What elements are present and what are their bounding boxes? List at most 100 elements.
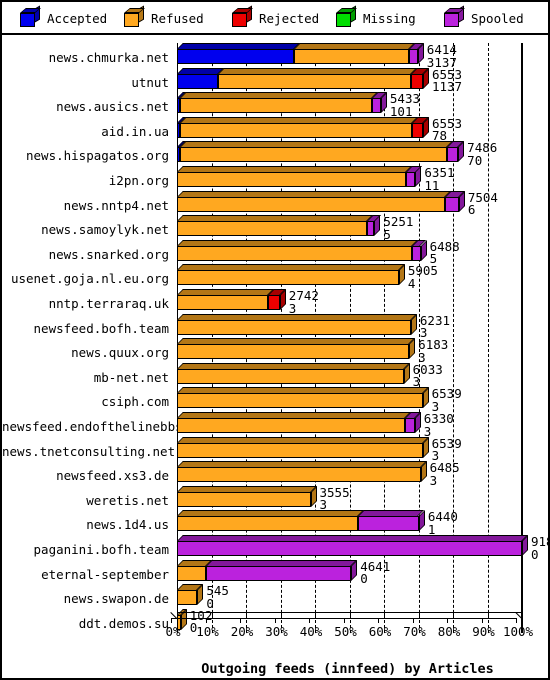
- bar-row[interactable]: newsfeed.bofh.team 6231 3: [2, 313, 548, 339]
- bar-row[interactable]: news.ausics.net 5433 101: [2, 92, 548, 117]
- bar-segment-spooled[interactable]: [206, 565, 352, 581]
- bar-segment-top: [177, 412, 412, 418]
- bar-segment-refused[interactable]: [177, 344, 410, 360]
- plot-area: news.chmurka.net 6414 3137 utnut 6553 1137 new…: [2, 35, 548, 678]
- x-tick-back-70: [418, 612, 420, 619]
- bar-row[interactable]: news.samoylyk.net 5251 5: [2, 215, 548, 240]
- x-tick-front-90: [481, 618, 483, 623]
- x-tick-front-20: [240, 618, 241, 623]
- bar-segment-top: [177, 338, 416, 345]
- cube-icon: [20, 5, 41, 27]
- bar-segment-refused[interactable]: [177, 172, 406, 187]
- x-tick-label: 60%: [368, 624, 392, 639]
- cube-icon: [232, 5, 253, 27]
- bar-segment-spooled[interactable]: [177, 541, 522, 556]
- bar-segment-refused[interactable]: [177, 368, 404, 384]
- bar-row[interactable]: usenet.goja.nl.eu.org 5905 4: [2, 264, 548, 289]
- bar-segment-spooled[interactable]: [372, 98, 381, 114]
- x-tick-label: 80%: [437, 624, 461, 639]
- bar-segment-refused[interactable]: [177, 221, 367, 237]
- y-axis-label: news.nntp4.net: [63, 197, 169, 213]
- bar-value-labels: 5433 101: [390, 93, 420, 118]
- x-tick-front-0: [171, 618, 172, 623]
- x-tick-front-60: [378, 618, 379, 623]
- bar-segment-spooled[interactable]: [358, 516, 419, 532]
- bar-segment-spooled[interactable]: [447, 147, 459, 163]
- bar-row[interactable]: utnut 6553 1137: [2, 67, 548, 93]
- bar-segment-side: [415, 166, 422, 187]
- x-tick-label: 20%: [230, 624, 254, 639]
- bar-row[interactable]: paganini.bofh.team 91870: [2, 535, 548, 560]
- bar-segment-spooled[interactable]: [412, 245, 421, 261]
- x-tick-front-40: [309, 618, 310, 623]
- bar-row[interactable]: weretis.net 3555 3: [2, 485, 548, 512]
- bar-row[interactable]: news.snarked.org 6488 5: [2, 239, 548, 265]
- bar-segment-refused[interactable]: [180, 98, 373, 114]
- bar-row[interactable]: newsfeed.xs3.de 6485 3: [2, 461, 548, 486]
- bar-segment-refused[interactable]: [177, 295, 268, 310]
- bar-segment-spooled[interactable]: [405, 172, 416, 187]
- bar-value-labels: 7504 6: [468, 191, 498, 217]
- bar-segment-refused[interactable]: [177, 442, 423, 458]
- bar-segment-top: [217, 67, 417, 74]
- bar-row[interactable]: aid.in.ua 6553 78: [2, 116, 548, 143]
- bar-segment-spooled[interactable]: [409, 49, 418, 64]
- bar-segment-refused[interactable]: [177, 270, 399, 286]
- bar-segment-top: [180, 92, 379, 99]
- bar-segment-refused[interactable]: [177, 516, 359, 532]
- bar-row[interactable]: mb-net.net 6033 3: [2, 362, 548, 388]
- legend-item-accepted: Accepted: [20, 5, 107, 30]
- bar-segment-spooled[interactable]: [445, 196, 459, 212]
- bar-row[interactable]: news.tnetconsulting.net 6539 3: [2, 436, 548, 462]
- x-tick-label: 40%: [299, 624, 323, 639]
- bar-segment-rejected[interactable]: [410, 73, 423, 89]
- bar-segment-rejected[interactable]: [411, 122, 423, 138]
- bar-row[interactable]: csiph.com 6539 3: [2, 387, 548, 412]
- bar-segment-accepted[interactable]: [177, 73, 218, 89]
- bar-segment-refused[interactable]: [179, 147, 448, 163]
- y-axis-label: news.1d4.us: [86, 517, 169, 533]
- bar-segment-refused[interactable]: [177, 418, 406, 433]
- bar-row[interactable]: news.chmurka.net 6414 3137: [2, 43, 548, 68]
- bar-row[interactable]: news.nntp4.net 7504 6: [2, 190, 548, 217]
- legend-item-label: Refused: [151, 10, 204, 26]
- legend-item-refused: Refused: [124, 5, 204, 30]
- y-axis-label: usenet.goja.nl.eu.org: [10, 271, 169, 287]
- bar-value-labels: 6553 78: [432, 117, 462, 143]
- bar-segment-refused[interactable]: [217, 73, 411, 89]
- legend-item-label: Missing: [363, 10, 416, 26]
- y-axis-label: news.tnetconsulting.net: [2, 443, 176, 459]
- bar-segment-top: [177, 461, 427, 468]
- x-tick-label: 50%: [334, 624, 357, 639]
- bar-segment-rejected[interactable]: [267, 295, 280, 310]
- bar-segment-refused[interactable]: [177, 245, 413, 261]
- bar-value-labels: 5905 4: [408, 265, 438, 290]
- bar-segment-refused[interactable]: [177, 491, 311, 507]
- legend-item-missing: Missing: [336, 5, 416, 30]
- bar-segment-refused[interactable]: [180, 122, 412, 138]
- bar-row[interactable]: newsfeed.endofthelinebbs.com 6330 3: [2, 412, 548, 437]
- x-tick-front-70: [412, 618, 414, 623]
- bar-segment-refused[interactable]: [177, 565, 207, 581]
- bar-row[interactable]: news.hispagatos.org 7486 70: [2, 141, 548, 166]
- bar-row[interactable]: news.1d4.us 6440 1: [2, 510, 548, 535]
- x-tick-back-10: [211, 612, 213, 619]
- bar-segment-refused[interactable]: [293, 49, 410, 64]
- bar-row[interactable]: eternal-september 4641 0: [2, 559, 548, 585]
- x-tick-back-90: [487, 612, 489, 619]
- bar-row[interactable]: i2pn.org 6351 11: [2, 166, 548, 191]
- bar-value-labels: 3555 3: [320, 486, 350, 512]
- bar-row[interactable]: nntp.terraraq.uk 2742 3: [2, 289, 548, 314]
- bar-segment-spooled[interactable]: [405, 418, 415, 433]
- bar-segment-refused[interactable]: [177, 196, 446, 212]
- y-axis-label: news.samoylyk.net: [41, 222, 169, 238]
- y-axis-label: newsfeed.endofthelinebbs.com: [2, 419, 213, 434]
- bar-segment-refused[interactable]: [177, 393, 423, 409]
- bar-segment-refused[interactable]: [177, 467, 421, 483]
- x-axis: 0% 10% 20% 30% 40% 50% 60% 70% 80% 90% 100%: [2, 600, 548, 645]
- bar-row[interactable]: news.quux.org 6183 3: [2, 338, 548, 363]
- bar-segment-accepted[interactable]: [177, 49, 294, 64]
- bar-segment-refused[interactable]: [177, 319, 411, 335]
- x-tick-front-50: [343, 618, 345, 623]
- y-axis-label: i2pn.org: [108, 173, 169, 188]
